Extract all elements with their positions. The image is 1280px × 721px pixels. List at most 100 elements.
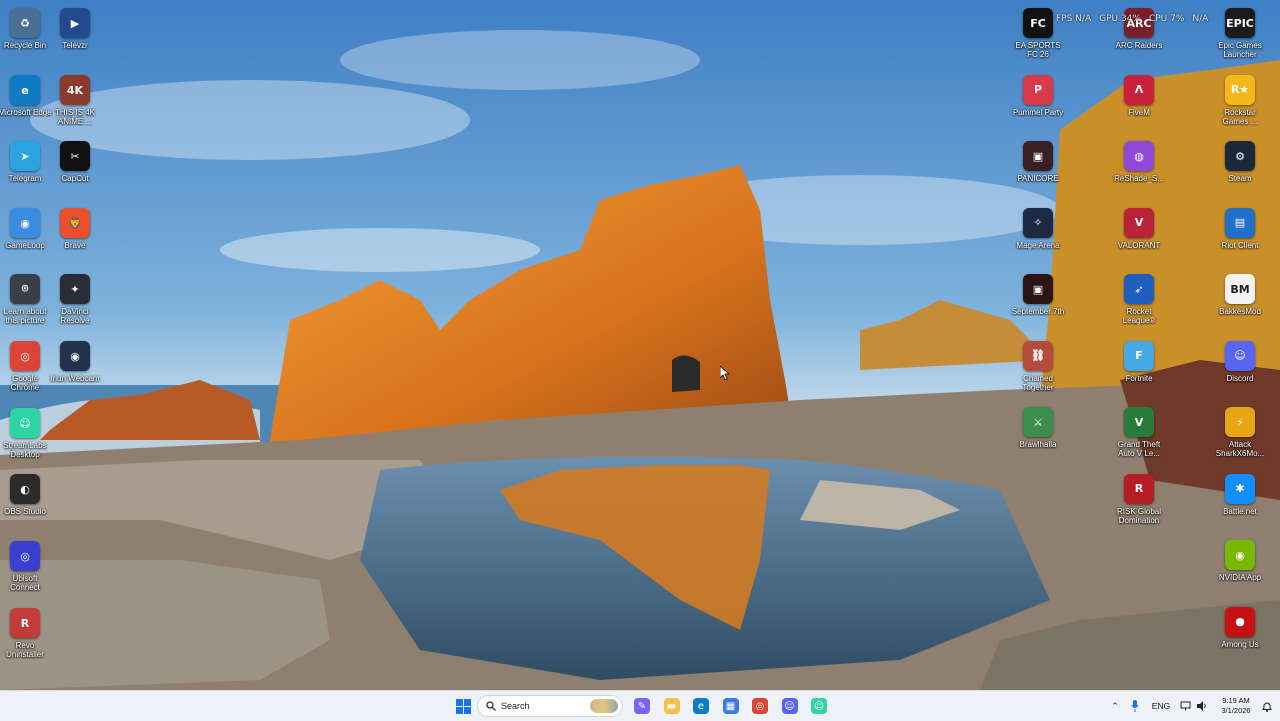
desktop-shortcut-brawlhalla[interactable]: ⚔ Brawlhalla: [1011, 407, 1065, 473]
desktop-shortcut-televzr[interactable]: ▶ Televzr: [48, 8, 102, 74]
desktop-shortcut-attack-shark[interactable]: ⚡ Attack SharkX6Mo...: [1213, 407, 1267, 473]
desktop-shortcut-davinci-resolve[interactable]: ✦ DaVinci Resolve: [48, 274, 102, 340]
fps-readout: FPS N/A: [1056, 14, 1092, 24]
desktop-shortcut-label: September 7th: [1011, 307, 1065, 316]
riot-client-icon: ▤: [1225, 207, 1255, 238]
performance-overlay: FPS N/A GPU 34% CPU 7% N/A: [1056, 14, 1208, 28]
desktop-shortcut-gta-v[interactable]: V Grand Theft Auto V Le...: [1112, 407, 1166, 473]
taskbar-clock[interactable]: 9:19 AM 3/1/2026: [1214, 696, 1258, 716]
desktop-shortcut-label: Mage Arena: [1016, 240, 1060, 250]
taskbar-app-edge[interactable]: e: [689, 695, 713, 717]
desktop-shortcut-epic-games[interactable]: EPIC Epic Games Launcher: [1213, 8, 1267, 74]
rocket-league-icon: ➶: [1124, 274, 1154, 304]
desktop-shortcut-mage-arena[interactable]: ✧ Mage Arena: [1011, 207, 1065, 274]
taskbar-app-file-explorer[interactable]: ▬: [660, 695, 684, 717]
desktop-shortcut-brave[interactable]: 🦁 Brave: [48, 208, 102, 274]
desktop-shortcut-label: Google Chrome: [10, 374, 40, 392]
desktop-shortcut-label: Steam: [1228, 174, 1252, 183]
microphone-icon: [1131, 700, 1139, 712]
taskbar-app-discord[interactable]: ☺: [778, 695, 802, 717]
desktop-shortcut-obs[interactable]: ◐ OBS Studio: [0, 474, 52, 540]
taskbar-search-box[interactable]: Search: [477, 695, 623, 717]
network-icon: [1180, 701, 1190, 711]
notifications-button[interactable]: [1260, 695, 1274, 717]
desktop-shortcut-label: NVIDIA App: [1218, 573, 1262, 582]
taskbar-app-microsoft-store[interactable]: ▦: [719, 695, 743, 717]
desktop-shortcut-telegram[interactable]: ➤ Telegram: [0, 141, 52, 207]
edge-icon: e: [10, 75, 40, 105]
mage-arena-icon: ✧: [1023, 207, 1053, 238]
bakkesmod-icon: BM: [1225, 274, 1255, 304]
desktop[interactable]: ♻ Recycle Bin ▶ Televzr e Microsoft Edge 4K THI…: [0, 0, 1280, 690]
clock-date: 3/1/2026: [1221, 706, 1251, 715]
desktop-shortcut-riot-client[interactable]: ▤ Riot Client: [1213, 207, 1267, 274]
taskbar-app-copilot[interactable]: ✎: [630, 695, 654, 717]
desktop-shortcut-label: DaVinci Resolve: [60, 307, 90, 325]
attack-shark-icon: ⚡: [1225, 407, 1255, 437]
desktop-shortcut-risk[interactable]: R RISK Global Domination: [1112, 473, 1166, 540]
desktop-shortcut-label: Brave: [64, 241, 86, 250]
desktop-shortcut-rocket-league[interactable]: ➶ Rocket League®: [1112, 274, 1166, 340]
start-button[interactable]: [452, 695, 474, 717]
desktop-shortcut-discord[interactable]: ☺ Discord: [1213, 340, 1267, 407]
search-icon: [486, 701, 496, 711]
desktop-shortcut-gameloop[interactable]: ◉ GameLoop: [0, 208, 52, 274]
desktop-shortcut-label: Iriun Webcam: [50, 374, 100, 383]
desktop-shortcut-label: PANICORE: [1017, 174, 1059, 183]
chrome-icon: ◎: [10, 341, 40, 371]
desktop-shortcut-rockstar[interactable]: R★ Rockstar Games ...: [1213, 74, 1267, 141]
desktop-shortcut-label: Fortnite: [1125, 373, 1153, 383]
desktop-shortcut-pummel-party[interactable]: P Pummel Party: [1011, 74, 1065, 141]
desktop-shortcut-label: Brawlhalla: [1019, 440, 1057, 449]
desktop-shortcut-september-7th[interactable]: ▣ September 7th: [1011, 274, 1065, 340]
desktop-shortcut-streamlabs[interactable]: ☺ StreamLabs Desktop: [0, 408, 52, 474]
mouse-cursor-icon: [720, 366, 730, 380]
desktop-shortcut-battlenet[interactable]: ✱ Battle.net: [1213, 473, 1267, 540]
desktop-shortcut-label: Microsoft Edge: [0, 108, 52, 117]
chevron-up-icon: ⌃: [1111, 700, 1119, 711]
desktop-shortcut-recycle-bin[interactable]: ♻ Recycle Bin: [0, 8, 52, 74]
desktop-shortcut-webcam[interactable]: ◉ Iriun Webcam: [48, 341, 102, 407]
streamlabs-icon: ☺: [811, 698, 827, 714]
desktop-shortcut-capcut[interactable]: ✂ CapCut: [48, 141, 102, 207]
desktop-shortcut-valorant[interactable]: V VALORANT: [1112, 207, 1166, 274]
speaker-icon: [1196, 701, 1206, 711]
september-7th-icon: ▣: [1023, 274, 1053, 304]
microphone-button[interactable]: [1128, 695, 1142, 717]
desktop-shortcut-edge[interactable]: e Microsoft Edge: [0, 75, 52, 141]
taskbar-app-streamlabs[interactable]: ☺: [807, 695, 831, 717]
desktop-shortcut-chrome[interactable]: ◎ Google Chrome: [0, 341, 52, 407]
brave-icon: 🦁: [60, 208, 90, 238]
desktop-shortcut-label: Attack SharkX6Mo...: [1215, 440, 1265, 458]
desktop-shortcut-panicore[interactable]: ▣ PANICORE: [1011, 141, 1065, 207]
windows-logo-icon: [455, 698, 471, 714]
desktop-shortcut-fortnite[interactable]: F Fortnite: [1112, 340, 1166, 407]
revo-uninstaller-icon: R: [10, 608, 40, 638]
desktop-shortcut-nvidia[interactable]: ◉ NVIDIA App: [1213, 540, 1267, 606]
desktop-shortcut-ubisoft[interactable]: ◎ Ubisoft Connect: [0, 541, 52, 607]
desktop-shortcut-chained-together[interactable]: ⛓ Chained Together: [1011, 340, 1065, 407]
epic-games-icon: EPIC: [1225, 8, 1255, 38]
gameloop-icon: ◉: [10, 208, 40, 238]
desktop-shortcut-steam[interactable]: ⚙ Steam: [1213, 141, 1267, 207]
recycle-bin-icon: ♻: [10, 8, 40, 38]
desktop-shortcut-revo-uninstaller[interactable]: R Revo Uninstaller: [0, 608, 52, 674]
desktop-shortcut-label: Telegram: [8, 174, 42, 183]
taskbar-app-chrome[interactable]: ◎: [748, 695, 772, 717]
volume-button[interactable]: [1195, 695, 1209, 717]
desktop-shortcut-label: EA SPORTS FC 26: [1015, 41, 1061, 59]
desktop-shortcut-bakkesmod[interactable]: BM BakkesMod: [1213, 274, 1267, 340]
desktop-shortcut-anime-video[interactable]: 4K THIS IS 4K ANIME ...: [48, 75, 102, 141]
extra-readout: N/A: [1192, 14, 1209, 24]
desktop-shortcut-camera[interactable]: ⌾ Learn about this picture: [0, 274, 52, 340]
desktop-shortcut-among-us[interactable]: ● Among Us: [1213, 606, 1267, 673]
camera-icon: ⌾: [10, 274, 40, 304]
pummel-party-icon: P: [1023, 74, 1053, 105]
desktop-shortcut-fivem[interactable]: Λ FiveM: [1112, 74, 1166, 141]
desktop-shortcut-reshade[interactable]: ◍ ReShade_S...: [1112, 141, 1166, 207]
telegram-icon: ➤: [10, 141, 40, 171]
show-hidden-icons-button[interactable]: ⌃: [1108, 695, 1122, 717]
search-label: Search: [501, 701, 530, 711]
network-button[interactable]: [1178, 695, 1192, 717]
language-indicator[interactable]: ENG: [1150, 695, 1172, 717]
